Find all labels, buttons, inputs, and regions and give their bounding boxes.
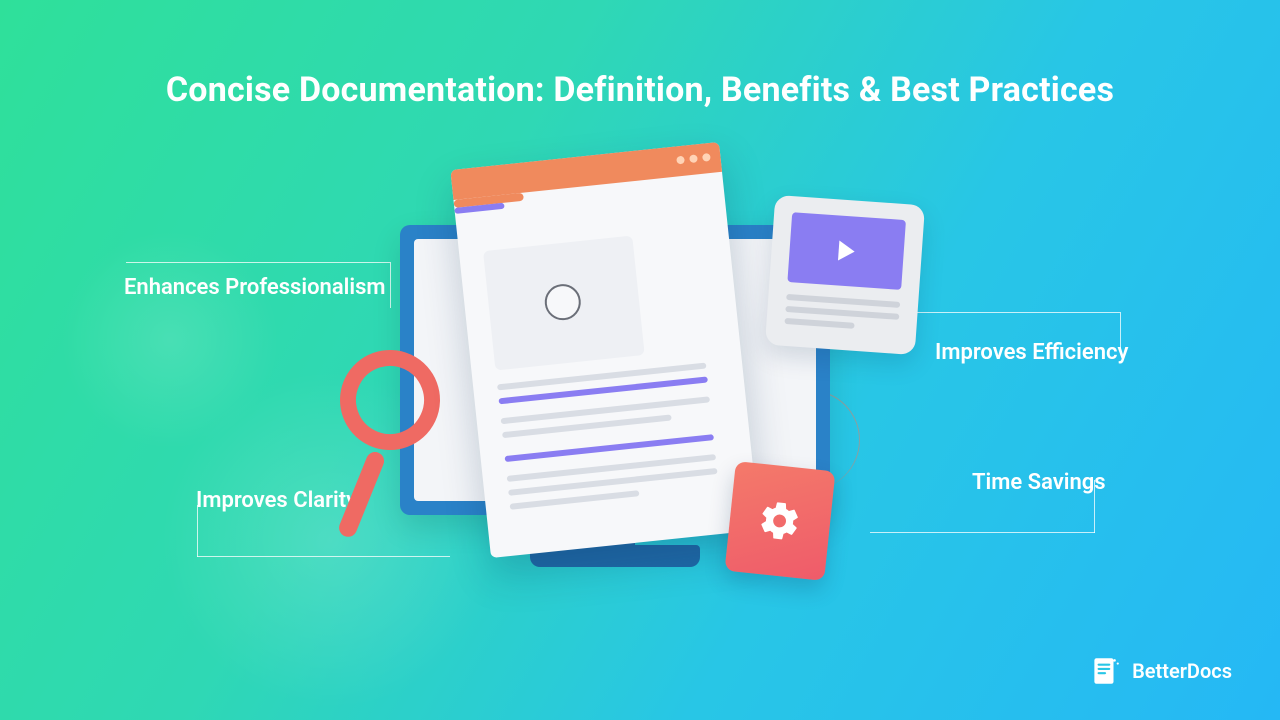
play-icon [838,241,855,262]
connector-line [126,262,390,263]
callout-enhances-professionalism: Enhances Professionalism [124,275,386,300]
video-text-line [784,318,854,329]
infographic-canvas: Concise Documentation: Definition, Benef… [0,0,1280,720]
settings-card [725,461,836,581]
callout-improves-efficiency: Improves Efficiency [935,340,1128,365]
video-thumbnail [787,212,906,290]
connector-line [870,532,1095,533]
brand-logo: BetterDocs [1088,654,1232,688]
connector-line [900,312,1120,313]
video-card [765,195,925,355]
video-text-line [785,306,899,320]
window-dot [689,154,698,163]
gear-icon [756,497,804,545]
betterdocs-icon [1088,654,1122,688]
window-dot [676,156,685,165]
page-title: Concise Documentation: Definition, Benef… [0,70,1280,110]
brand-name: BetterDocs [1132,659,1232,683]
window-dot [702,153,711,162]
callout-improves-clarity: Improves Clarity [196,488,357,513]
browser-titlebar [450,142,722,200]
video-text-line [786,294,900,308]
callout-time-savings: Time Savings [972,470,1106,495]
document-icon [450,142,759,558]
connector-line [390,262,391,308]
